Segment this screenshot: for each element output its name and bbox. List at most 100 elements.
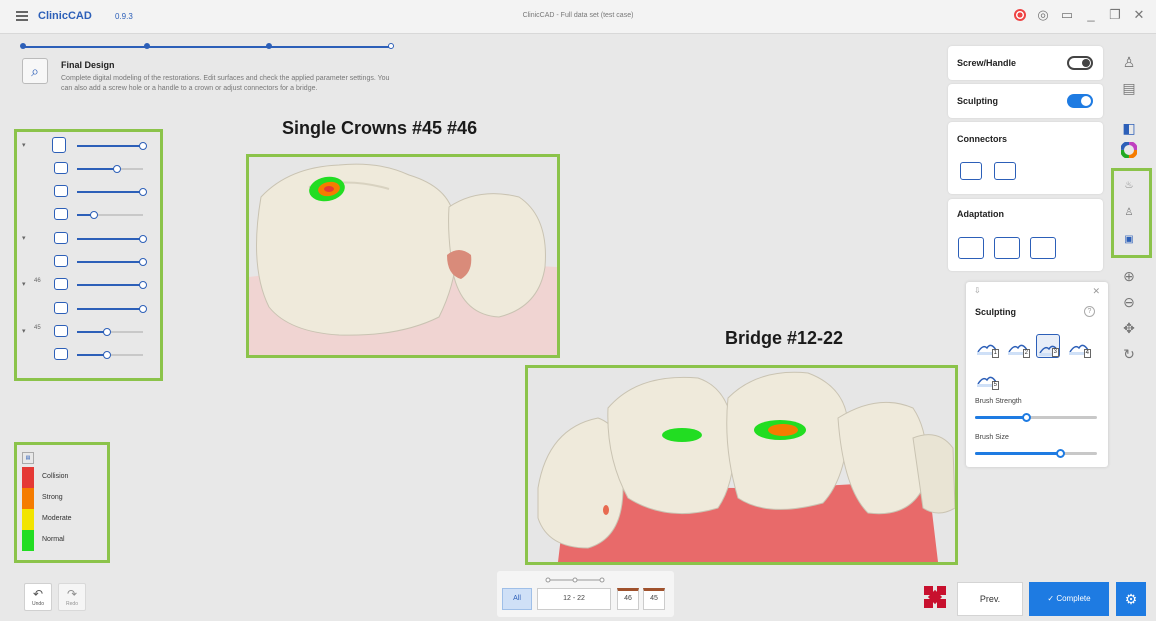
workflow-step[interactable]: [144, 43, 150, 49]
sculpt-brush-4-button[interactable]: 4: [1067, 334, 1091, 358]
adaptation-tool-button[interactable]: [994, 237, 1020, 259]
layer-slider-row: ▾ 45: [22, 325, 147, 339]
undo-icon: ↶: [32, 587, 44, 601]
antagonist-icon[interactable]: [54, 208, 68, 220]
slider-handle[interactable]: [102, 351, 111, 359]
restore-button[interactable]: ❐: [1108, 8, 1122, 22]
filter-all[interactable]: All: [502, 588, 532, 610]
slider-handle[interactable]: [139, 305, 147, 313]
bridge-3d-view[interactable]: [528, 368, 955, 562]
connector-edit-button[interactable]: [994, 162, 1016, 180]
layer-opacity-slider[interactable]: [77, 211, 143, 219]
layer-opacity-slider[interactable]: [77, 258, 147, 266]
filter-tooth-46[interactable]: 46: [617, 588, 639, 610]
brush-strength-slider[interactable]: [975, 413, 1097, 422]
tooth-view-icon[interactable]: ♙: [1119, 52, 1139, 72]
bridge-connector-icon[interactable]: [54, 255, 68, 267]
zoom-in-icon[interactable]: ⊕: [1119, 266, 1139, 286]
tooth-icon[interactable]: [54, 325, 68, 337]
zoom-out-icon[interactable]: ⊖: [1119, 292, 1139, 312]
layer-slider-row: ▾: [22, 232, 147, 246]
sculpting-toggle[interactable]: [1067, 94, 1093, 108]
complete-button[interactable]: ✓ Complete: [1029, 582, 1109, 616]
sculpt-brush-2-button[interactable]: 2: [1006, 334, 1030, 358]
tooth-number: 45: [34, 325, 41, 331]
settings-button[interactable]: ⚙: [1116, 582, 1146, 616]
expand-chevron-icon[interactable]: ▾: [22, 280, 26, 288]
layer-opacity-slider[interactable]: [77, 235, 147, 243]
slider-handle[interactable]: [102, 328, 111, 336]
jaw-icon[interactable]: [52, 137, 66, 153]
slider-handle[interactable]: [112, 165, 121, 173]
layer-opacity-slider[interactable]: [77, 328, 143, 336]
layer-opacity-slider[interactable]: [77, 188, 147, 196]
legend-label: Normal: [42, 536, 65, 543]
expand-chevron-icon[interactable]: ▾: [22, 234, 26, 242]
legend-swatch: [22, 509, 34, 530]
tooth-icon[interactable]: [54, 278, 68, 290]
expand-chevron-icon[interactable]: ▾: [22, 327, 26, 335]
pan-icon[interactable]: ✥: [1119, 318, 1139, 338]
sculpt-brush-3-button[interactable]: 3: [1036, 334, 1060, 358]
contact-map-icon[interactable]: ♙: [1119, 203, 1139, 223]
layer-opacity-slider[interactable]: [77, 305, 147, 313]
adaptation-tool-button[interactable]: [1030, 237, 1056, 259]
close-button[interactable]: ✕: [1132, 8, 1146, 22]
pin-icon[interactable]: ⇩: [974, 286, 981, 295]
workflow-step-current[interactable]: [388, 43, 394, 49]
brush-number: 3: [1051, 348, 1059, 357]
layer-opacity-slider[interactable]: [77, 281, 147, 289]
connector-add-button[interactable]: [960, 162, 982, 180]
filter-tooth-45[interactable]: 45: [643, 588, 665, 610]
layer-opacity-slider[interactable]: [77, 142, 147, 150]
expand-chevron-icon[interactable]: ▾: [22, 141, 26, 149]
sculpting-title: Sculpting: [975, 307, 1016, 317]
crown-icon[interactable]: [54, 302, 68, 314]
brush-strength-fill: [975, 416, 1027, 419]
bridge-group-icon[interactable]: [54, 232, 68, 244]
rotate-icon[interactable]: ↻: [1119, 344, 1139, 364]
final-design-icon: ⌕: [22, 58, 48, 84]
slider-fill: [77, 261, 143, 263]
layer-opacity-slider[interactable]: [77, 165, 143, 173]
record-icon[interactable]: [1014, 9, 1026, 21]
workflow-step[interactable]: [266, 43, 272, 49]
screenshot-icon[interactable]: ◎: [1036, 8, 1050, 22]
color-wheel-icon[interactable]: [1119, 141, 1139, 162]
crowns-3d-view[interactable]: [249, 157, 557, 355]
workflow-step[interactable]: [20, 43, 26, 49]
screw-handle-toggle[interactable]: [1067, 56, 1093, 70]
close-icon[interactable]: ✕: [1092, 286, 1100, 297]
properties-icon[interactable]: ▤: [1119, 78, 1139, 98]
layer-slider-row: ▾ 46: [22, 278, 147, 292]
crown-layer-icon[interactable]: [54, 162, 68, 174]
help-icon[interactable]: ?: [1084, 306, 1095, 317]
redo-button[interactable]: ↷ Redo: [58, 583, 86, 611]
layer-slider-row: [22, 162, 147, 176]
cursor-icon[interactable]: ◧: [1119, 118, 1139, 138]
slider-handle[interactable]: [139, 258, 147, 266]
slider-handle[interactable]: [139, 142, 147, 150]
filter-bridge[interactable]: 12 - 22: [537, 588, 611, 610]
brush-size-handle[interactable]: [1056, 449, 1066, 458]
undo-button[interactable]: ↶ Undo: [24, 583, 52, 611]
minimize-button[interactable]: _: [1084, 8, 1098, 22]
section-view-icon[interactable]: ▣: [1119, 230, 1139, 250]
screw-handle-label: Screw/Handle: [957, 58, 1017, 68]
slider-handle[interactable]: [139, 188, 147, 196]
slider-handle[interactable]: [139, 281, 147, 289]
bridge-layer-icon[interactable]: [54, 185, 68, 197]
occlusion-map-icon[interactable]: ♨: [1119, 176, 1139, 196]
legend-label: Collision: [42, 473, 69, 480]
slider-handle[interactable]: [139, 235, 147, 243]
sculpt-brush-1-button[interactable]: 1: [975, 334, 999, 358]
brush-strength-handle[interactable]: [1022, 413, 1032, 422]
adaptation-tool-button[interactable]: [958, 237, 984, 259]
brush-size-slider[interactable]: [975, 449, 1097, 458]
window-icon[interactable]: ▭: [1060, 8, 1074, 22]
sculpt-brush-5-button[interactable]: 5: [975, 366, 999, 390]
layer-opacity-slider[interactable]: [77, 351, 143, 359]
crown-icon[interactable]: [54, 348, 68, 360]
slider-handle[interactable]: [89, 211, 98, 219]
prev-button[interactable]: Prev.: [957, 582, 1023, 616]
